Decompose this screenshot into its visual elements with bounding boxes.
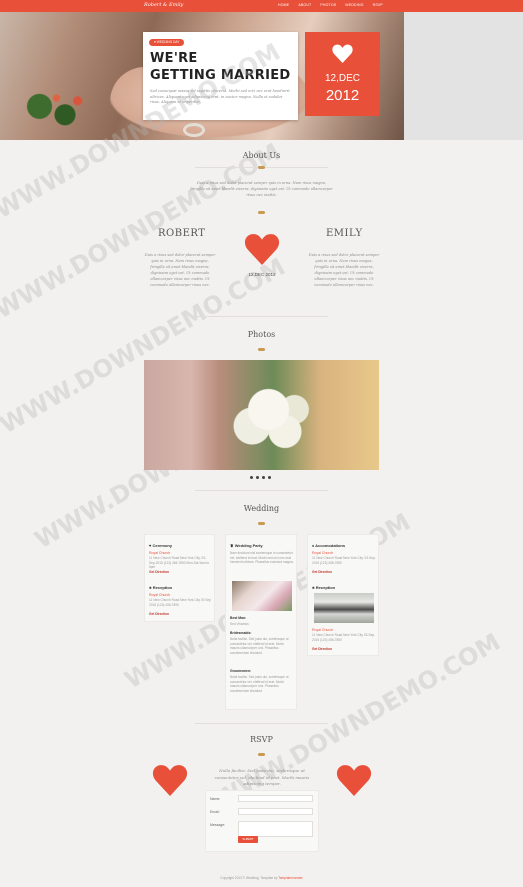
accommodations-direction-link[interactable]: Get Direction — [312, 570, 332, 574]
groomsmen-value: Nulla facilisi. Sed justo dui, scelerisq… — [230, 675, 289, 693]
wedding-title: Wedding — [243, 504, 280, 513]
groom-name: ROBERT — [158, 228, 206, 239]
section-divider — [195, 316, 328, 317]
slider-dot[interactable] — [262, 476, 265, 479]
about-title: About Us — [242, 151, 281, 160]
accommodations-address: 11 New Church Road New York City. 03-Sep… — [312, 556, 376, 565]
heart-icon — [332, 44, 353, 63]
wedding-party-heading: ♛ Wedding Party — [230, 543, 263, 548]
reception-venue: Royal Church — [149, 593, 171, 597]
section-divider — [195, 490, 328, 491]
rsvp-title: RSVP — [250, 735, 273, 744]
accommodations-venue: Royal Church — [312, 551, 334, 555]
wedding-party-photo — [232, 581, 292, 611]
footer: Copyright 2013 © Wedding. Template by Ta… — [0, 876, 523, 880]
best-man-value: Sed Vivamus — [230, 622, 249, 626]
wedding-party-text: Nam tincidunt nisl scelerisque in consec… — [230, 551, 294, 565]
slider-dot[interactable] — [250, 476, 253, 479]
about-wedding-date: 12,DEC 2012 — [248, 272, 276, 277]
wedding-card-right: ♠ Accomodations Royal Church 11 New Chur… — [307, 534, 379, 656]
ceremony-address: 11 New Church Road New York City. 03-Sep… — [149, 556, 210, 570]
reception-right-heading: ♣ Reception — [312, 585, 336, 590]
rsvp-name-input[interactable] — [238, 795, 313, 802]
rsvp-text: Nulla facilisi. Sed justo dui, scelerisq… — [214, 768, 310, 786]
groom-bio: Duis a risus sed dolor placerat semper q… — [144, 253, 216, 287]
hero-title-line1: WE'RE — [150, 51, 198, 66]
hero-description: Sed consequat massa vel sagittis placera… — [150, 89, 290, 104]
site-brand[interactable]: Robert & Emily — [144, 2, 183, 8]
rsvp-message-textarea[interactable] — [238, 821, 313, 837]
hero-year: 2012 — [325, 87, 360, 104]
bride-name: EMILY — [326, 228, 363, 239]
hero-title-line2: GETTING MARRIED — [150, 68, 291, 83]
nav-rsvp[interactable]: RSVP — [373, 3, 383, 7]
watermark-text: WWW.DOWNDEMO.COM — [0, 137, 286, 325]
groomsmen-label: Groomsmen: — [230, 669, 252, 673]
top-nav-bar: Robert & Emily HOME ABOUT PHOTOS WEDDING… — [0, 0, 523, 12]
hero-date-card: 12,DEC 2012 — [305, 32, 380, 116]
wedding-card-middle: ♛ Wedding Party Nam tincidunt nisl scele… — [225, 534, 297, 710]
nav-wedding[interactable]: WEDDING — [345, 3, 363, 7]
slider-dot[interactable] — [268, 476, 271, 479]
section-divider — [195, 723, 328, 724]
heart-icon — [152, 765, 188, 796]
reception-heading: ♣ Reception — [149, 585, 173, 590]
bride-bio: Duis a risus sed dolor placerat semper q… — [308, 253, 380, 287]
divider-ornament — [258, 166, 265, 169]
hero-date: 12,DEC — [324, 73, 360, 84]
reception-right-direction-link[interactable]: Get Direction — [312, 647, 332, 651]
heart-icon — [244, 234, 280, 265]
divider-ornament — [258, 348, 265, 351]
rsvp-name-label: Name: — [210, 797, 221, 801]
rsvp-message-label: Message: — [210, 823, 226, 827]
nav-home[interactable]: HOME — [278, 3, 289, 7]
best-man-label: Best Man: — [230, 616, 247, 620]
nav-photos[interactable]: PHOTOS — [320, 3, 336, 7]
hero-title-card: ♥ WEDDING DAY WE'RE GETTING MARRIED Sed … — [143, 32, 298, 120]
reception-right-venue: Royal Church — [312, 628, 334, 632]
footer-copyright: Copyright 2013 © Wedding. Template by — [220, 876, 279, 880]
divider-ornament — [258, 522, 265, 525]
ceremony-heading: ♥ Ceremony — [149, 543, 173, 548]
reception-car-photo — [314, 593, 374, 623]
nav-about[interactable]: ABOUT — [298, 3, 311, 7]
slider-pagination — [250, 476, 271, 479]
divider-ornament — [258, 211, 265, 214]
reception-direction-link[interactable]: Get Direction — [149, 612, 169, 616]
hero-side-panel — [404, 12, 523, 140]
ceremony-venue: Royal Church — [149, 551, 171, 555]
ceremony-direction-link[interactable]: Get Direction — [149, 570, 169, 574]
heart-icon — [336, 765, 372, 796]
bridesmaids-label: Bridesmaids: — [230, 631, 252, 635]
accommodations-heading: ♠ Accomodations — [312, 543, 346, 548]
wedding-day-badge: ♥ WEDDING DAY — [149, 39, 185, 46]
photos-title: Photos — [247, 330, 276, 339]
reception-address: 11 New Church Road New York City 03 Sep … — [149, 598, 211, 607]
rsvp-email-label: Email: — [210, 810, 220, 814]
divider-ornament — [258, 753, 265, 756]
wedding-card-left: ♥ Ceremony Royal Church 11 New Church Ro… — [144, 534, 215, 622]
footer-credit-link[interactable]: Tamplatemonster — [278, 876, 302, 880]
bridesmaids-value: Nulla facilisi. Sed justo dui, scelerisq… — [230, 637, 289, 655]
rsvp-email-input[interactable] — [238, 808, 313, 815]
about-intro: Duis a risus sed dolor placerat semper q… — [190, 181, 333, 197]
slider-dot[interactable] — [256, 476, 259, 479]
main-nav: HOME ABOUT PHOTOS WEDDING RSVP — [278, 3, 383, 7]
rsvp-submit-button[interactable]: SUBMIT — [238, 836, 258, 843]
photo-slider[interactable] — [144, 360, 379, 470]
reception-right-address: 11 New Church Road New York City 03-Sep-… — [312, 633, 376, 642]
